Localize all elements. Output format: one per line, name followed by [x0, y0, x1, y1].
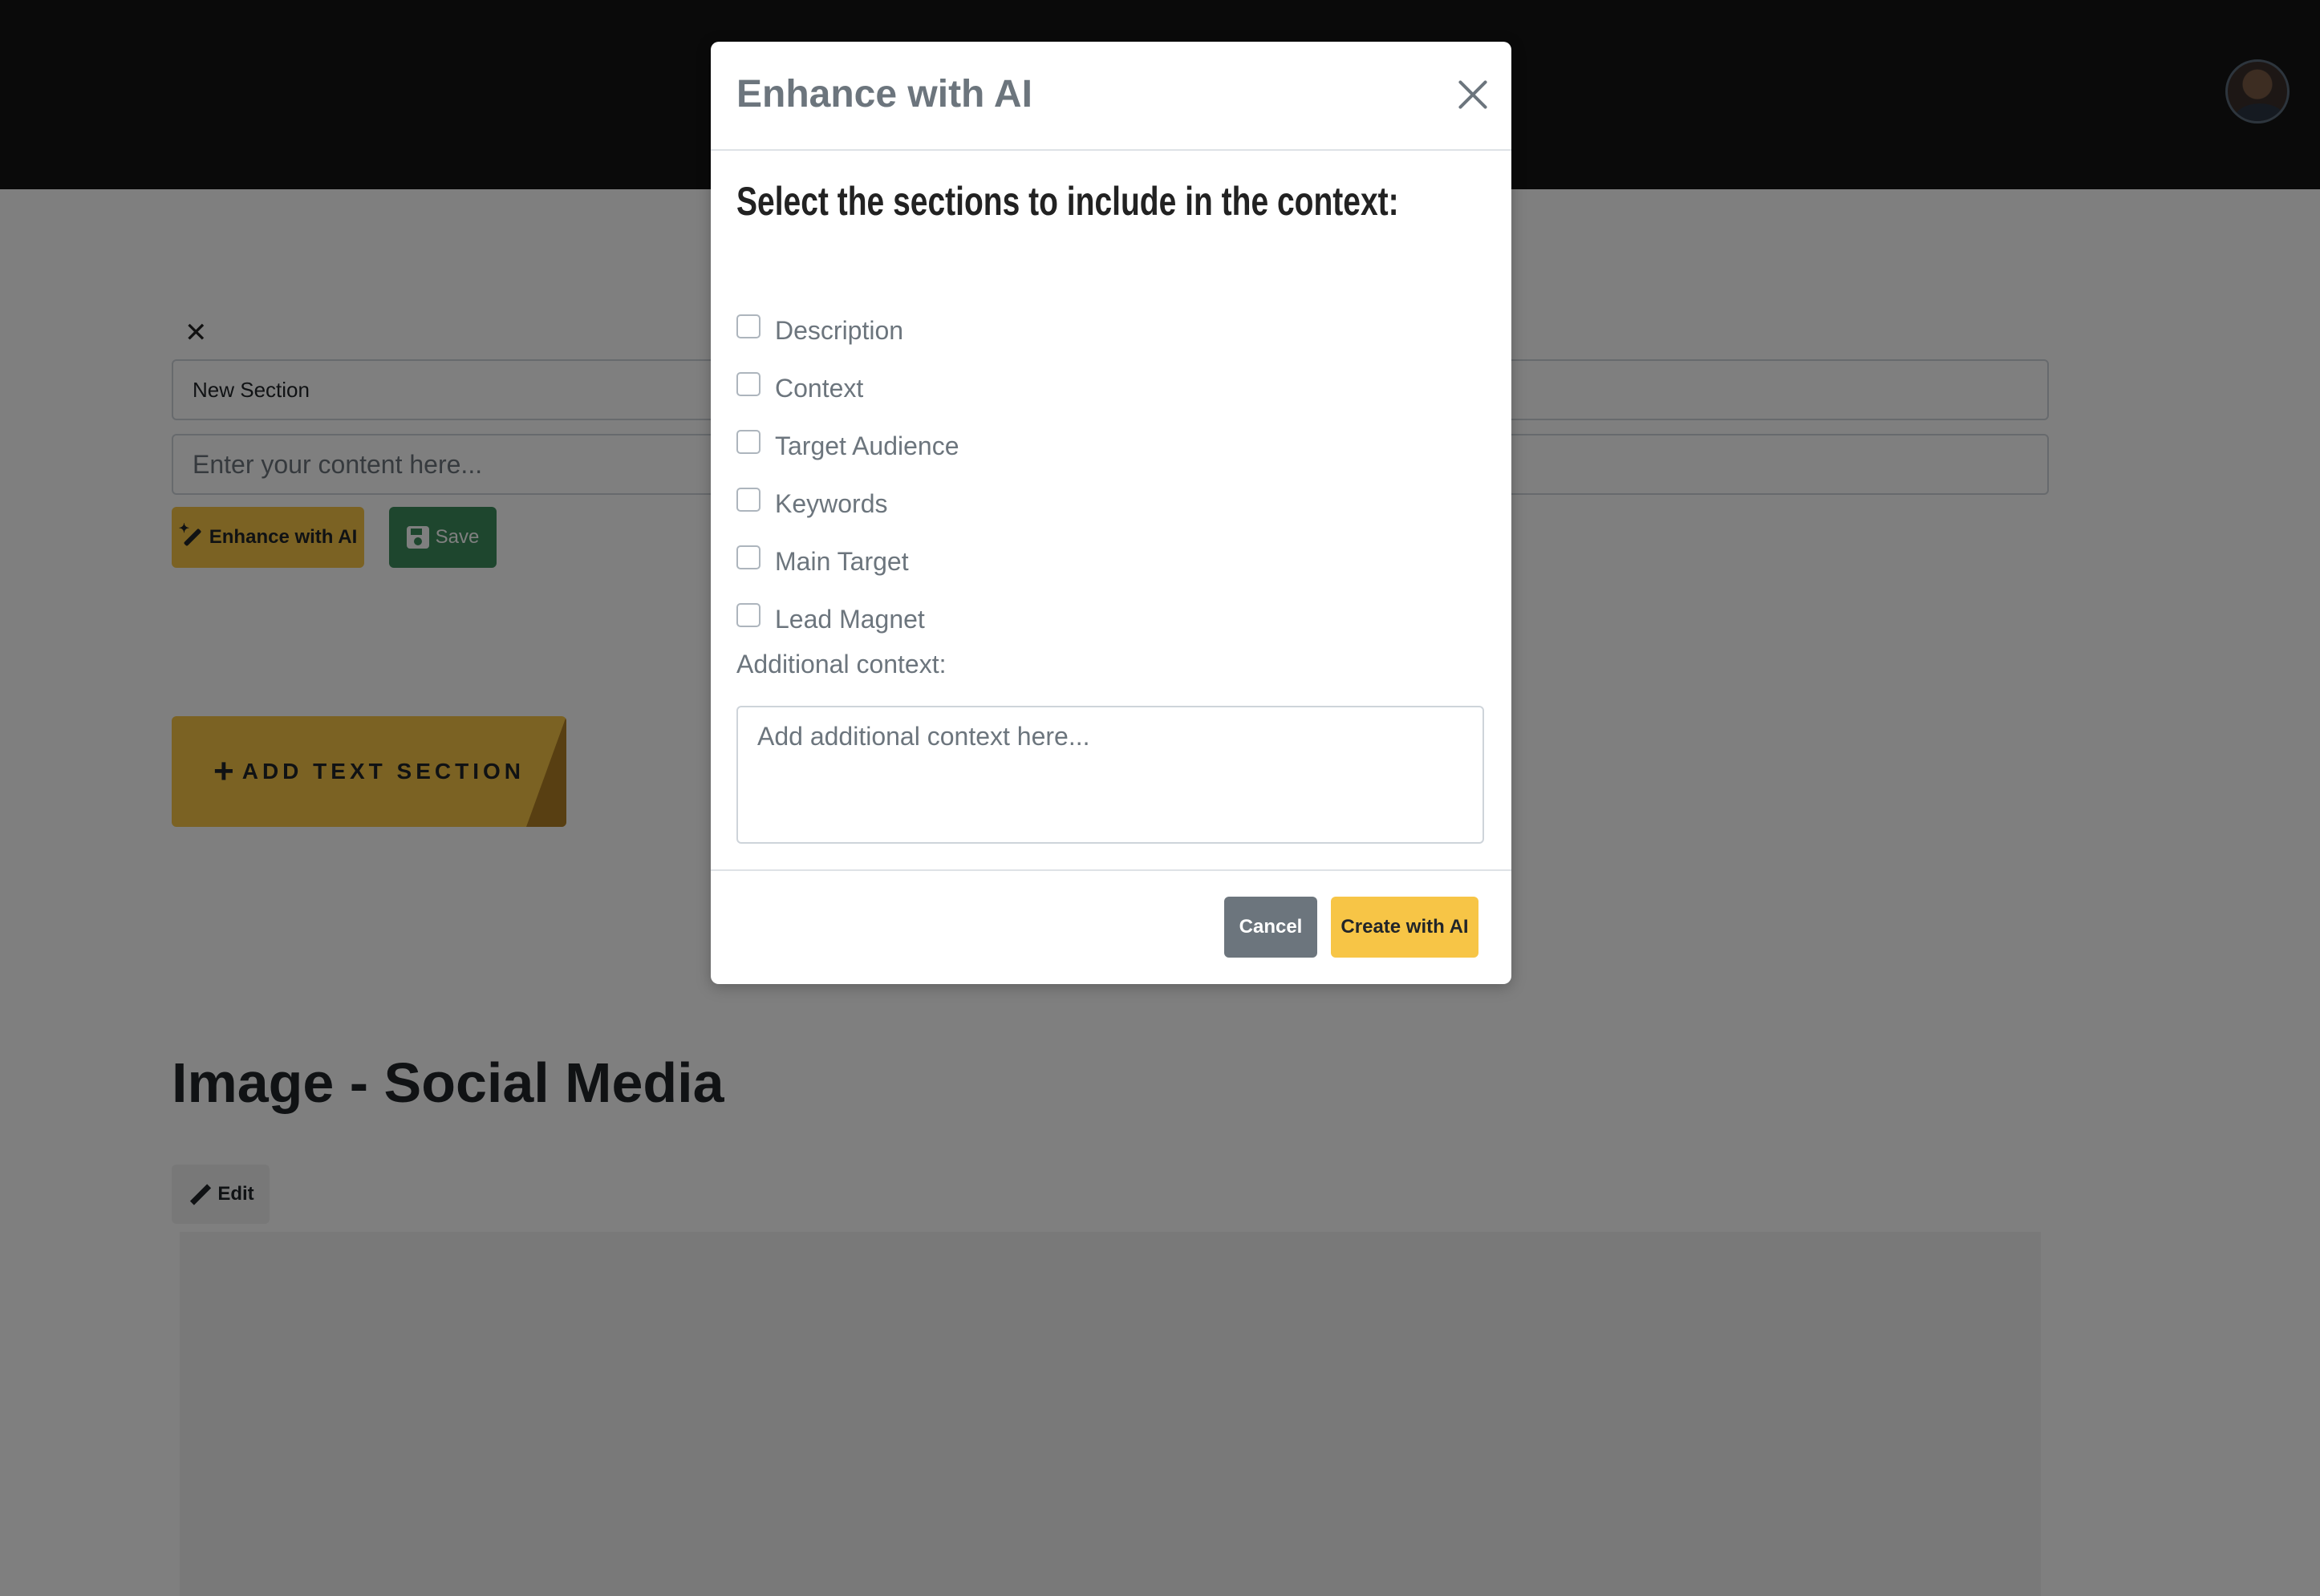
option-target-audience[interactable]: Target Audience	[736, 430, 959, 462]
enhance-ai-modal: Enhance with AI Select the sections to i…	[711, 42, 1511, 984]
cancel-button[interactable]: Cancel	[1224, 897, 1317, 958]
option-label: Main Target	[775, 546, 909, 576]
close-icon[interactable]	[1454, 75, 1492, 114]
modal-subtitle: Select the sections to include in the co…	[736, 179, 1399, 224]
checkbox[interactable]	[736, 372, 760, 396]
checkbox[interactable]	[736, 488, 760, 512]
option-main-target[interactable]: Main Target	[736, 545, 909, 577]
create-with-ai-button[interactable]: Create with AI	[1331, 897, 1478, 958]
additional-context-textarea[interactable]: Add additional context here...	[736, 706, 1484, 844]
option-label: Keywords	[775, 488, 888, 518]
option-label: Lead Magnet	[775, 604, 925, 634]
additional-context-label: Additional context:	[736, 650, 947, 679]
option-keywords[interactable]: Keywords	[736, 488, 888, 520]
checkbox[interactable]	[736, 314, 760, 338]
additional-context-placeholder: Add additional context here...	[757, 722, 1090, 751]
option-lead-magnet[interactable]: Lead Magnet	[736, 603, 925, 635]
modal-footer: Cancel Create with AI	[711, 869, 1511, 984]
option-context[interactable]: Context	[736, 372, 863, 404]
modal-title: Enhance with AI	[736, 73, 1032, 115]
option-label: Description	[775, 315, 904, 345]
modal-header: Enhance with AI	[711, 42, 1511, 151]
option-label: Target Audience	[775, 431, 959, 460]
checkbox[interactable]	[736, 603, 760, 627]
checkbox[interactable]	[736, 545, 760, 569]
option-label: Context	[775, 373, 864, 403]
checkbox[interactable]	[736, 430, 760, 454]
option-description[interactable]: Description	[736, 314, 903, 346]
